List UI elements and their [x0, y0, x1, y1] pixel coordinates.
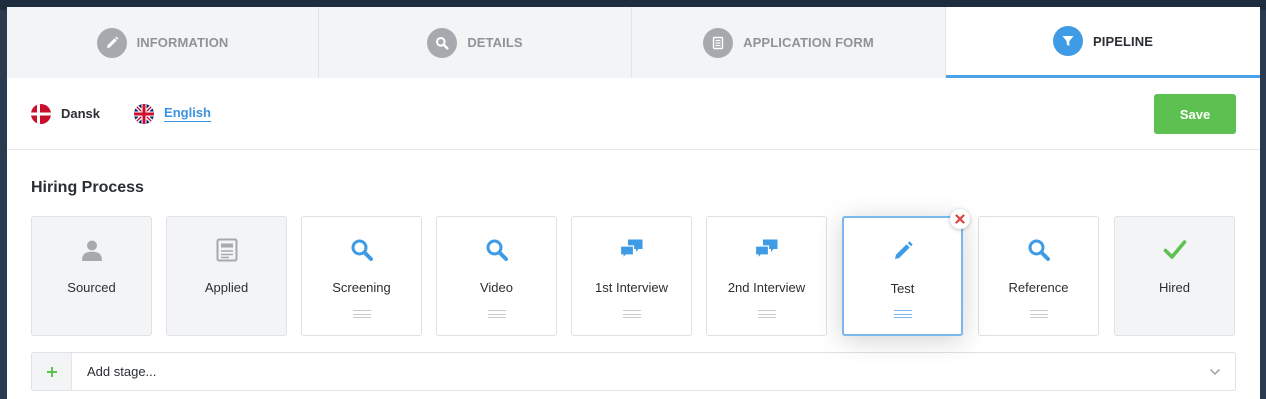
- drag-handle[interactable]: [488, 310, 506, 318]
- stage-card-screening[interactable]: Screening: [301, 216, 422, 336]
- pipeline-stages: Sourced Applied Screening Video 1st Inte…: [31, 209, 1236, 336]
- checkmark-icon: [1115, 236, 1234, 264]
- stage-card-test[interactable]: Test: [842, 209, 970, 336]
- tab-application-form[interactable]: APPLICATION FORM: [632, 7, 946, 78]
- search-icon: [302, 236, 421, 264]
- stage-card-video[interactable]: Video: [436, 216, 557, 336]
- stage-label: Video: [479, 280, 513, 295]
- pencil-icon: [844, 237, 961, 265]
- stage-card-reference[interactable]: Reference: [978, 216, 1099, 336]
- drag-handle[interactable]: [894, 310, 912, 318]
- search-icon: [437, 236, 556, 264]
- drag-handle[interactable]: [1030, 310, 1048, 318]
- language-label: Dansk: [61, 106, 101, 121]
- stage-card-hired[interactable]: Hired: [1114, 216, 1235, 336]
- form-icon: [703, 27, 734, 58]
- stage-label: Test: [890, 281, 915, 296]
- drag-handle[interactable]: [353, 310, 371, 318]
- section-title: Hiring Process: [31, 179, 144, 196]
- language-option-english[interactable]: English: [134, 103, 211, 124]
- pencil-icon: [96, 27, 127, 58]
- drag-handle[interactable]: [758, 310, 776, 318]
- job-edit-dialog: INFORMATION DETAILS APPLICATION FORM PIP…: [7, 7, 1260, 399]
- person-icon: [32, 236, 151, 264]
- plus-icon: [46, 366, 57, 377]
- chat-bubbles-icon: [707, 236, 826, 264]
- chevron-down-icon[interactable]: [1195, 368, 1235, 376]
- add-stage-button[interactable]: [32, 353, 72, 390]
- language-label: English: [164, 105, 211, 122]
- stage-label: Sourced: [67, 280, 116, 295]
- tab-label: INFORMATION: [136, 35, 229, 50]
- tab-pipeline[interactable]: PIPELINE: [946, 7, 1260, 78]
- stage-card-applied[interactable]: Applied: [166, 216, 287, 336]
- stage-label: Reference: [1008, 280, 1069, 295]
- tab-information[interactable]: INFORMATION: [7, 7, 319, 78]
- tab-details[interactable]: DETAILS: [319, 7, 632, 78]
- add-stage-input[interactable]: [72, 353, 1195, 390]
- chat-bubbles-icon: [572, 236, 691, 264]
- add-stage-select[interactable]: [31, 352, 1236, 391]
- language-option-dansk[interactable]: Dansk: [31, 103, 101, 124]
- tab-label: DETAILS: [467, 35, 523, 50]
- document-icon: [167, 236, 286, 264]
- tab-bar: INFORMATION DETAILS APPLICATION FORM PIP…: [7, 7, 1260, 78]
- stage-label: Applied: [204, 280, 249, 295]
- stage-label: 2nd Interview: [727, 280, 806, 295]
- stage-card-sourced[interactable]: Sourced: [31, 216, 152, 336]
- close-icon: [955, 214, 965, 224]
- funnel-icon: [1052, 26, 1083, 56]
- denmark-flag-icon: [31, 103, 51, 124]
- tab-label: PIPELINE: [1092, 33, 1154, 49]
- language-bar: Dansk English Save: [7, 78, 1260, 150]
- stage-card-1st-interview[interactable]: 1st Interview: [571, 216, 692, 336]
- drag-handle[interactable]: [623, 310, 641, 318]
- stage-card-2nd-interview[interactable]: 2nd Interview: [706, 216, 827, 336]
- save-button[interactable]: Save: [1154, 94, 1236, 134]
- search-icon: [979, 236, 1098, 264]
- search-icon: [427, 27, 458, 58]
- uk-flag-icon: [134, 103, 155, 124]
- remove-stage-button[interactable]: [950, 209, 970, 229]
- stage-label: Screening: [332, 280, 391, 295]
- tab-label: APPLICATION FORM: [743, 35, 874, 50]
- stage-label: 1st Interview: [595, 280, 668, 295]
- stage-label: Hired: [1158, 280, 1191, 295]
